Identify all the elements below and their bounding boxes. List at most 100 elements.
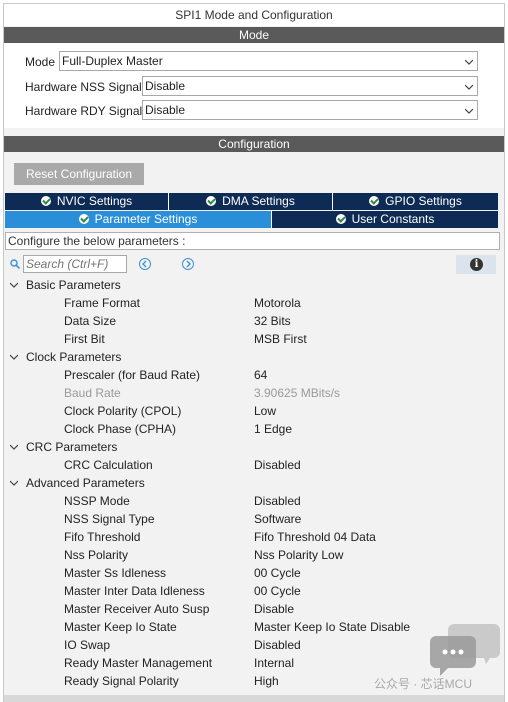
param-value: 64: [254, 368, 268, 382]
param-row[interactable]: Master Inter Data Idleness 00 Cycle: [5, 582, 500, 600]
chevron-down-icon: [10, 282, 18, 288]
param-row[interactable]: Fifo Threshold Fifo Threshold 04 Data: [5, 528, 500, 546]
param-value: MSB First: [254, 332, 307, 346]
param-name: Clock Polarity (CPOL): [64, 404, 182, 418]
param-row[interactable]: Master Ss Idleness 00 Cycle: [5, 564, 500, 582]
tab-user-constants[interactable]: User Constants: [272, 211, 498, 228]
param-value: Internal: [254, 656, 295, 670]
search-input[interactable]: [23, 255, 127, 273]
param-name: Master Ss Idleness: [64, 566, 167, 580]
param-value: 00 Cycle: [254, 584, 301, 598]
param-name: Master Keep Io State: [64, 620, 177, 634]
param-row[interactable]: Nss Polarity Nss Polarity Low: [5, 546, 500, 564]
group-label: Clock Parameters: [26, 350, 122, 364]
hardware-rdy-row: Hardware RDY Signal Disable: [4, 100, 504, 122]
window-title: SPI1 Mode and Configuration: [4, 4, 504, 26]
param-row[interactable]: Clock Polarity (CPOL) Low: [5, 402, 500, 420]
tab-nvic-settings[interactable]: NVIC Settings: [5, 193, 169, 210]
param-name: Ready Signal Polarity: [64, 674, 179, 688]
mode-select[interactable]: Full-Duplex Master: [59, 51, 478, 71]
tab-nvic-label: NVIC Settings: [56, 194, 133, 208]
mode-panel: Mode Full-Duplex Master Hardware NSS Sig…: [4, 43, 504, 128]
param-row[interactable]: Clock Phase (CPHA) 1 Edge: [5, 420, 500, 438]
mode-section-header: Mode: [4, 27, 504, 43]
param-name: Data Size: [64, 314, 117, 328]
group-label: Advanced Parameters: [26, 476, 145, 490]
param-row[interactable]: CRC Calculation Disabled: [5, 456, 500, 474]
chevron-down-icon: [465, 108, 473, 114]
mode-label: Mode: [25, 55, 56, 69]
search-toolbar: i: [5, 254, 500, 274]
param-row[interactable]: IO Swap Disabled: [5, 636, 500, 654]
param-name: Nss Polarity: [64, 548, 129, 562]
param-value: Master Keep Io State Disable: [254, 620, 411, 634]
param-row[interactable]: Ready Master Management Internal: [5, 654, 500, 672]
param-name: CRC Calculation: [64, 458, 153, 472]
param-row[interactable]: First Bit MSB First: [5, 330, 500, 348]
tab-user-constants-label: User Constants: [351, 212, 435, 226]
param-row[interactable]: Prescaler (for Baud Rate) 64: [5, 366, 500, 384]
param-value: 1 Edge: [254, 422, 293, 436]
param-value: Low: [254, 404, 277, 418]
param-value: Disabled: [254, 458, 301, 472]
chevron-down-icon: [10, 354, 18, 360]
param-value: Disabled: [254, 494, 301, 508]
tab-gpio-settings[interactable]: GPIO Settings: [333, 193, 498, 210]
param-row[interactable]: NSS Signal Type Software: [5, 510, 500, 528]
param-value: Fifo Threshold 04 Data: [254, 530, 376, 544]
check-circle-icon: [369, 196, 380, 206]
configure-banner: Configure the below parameters :: [5, 232, 500, 250]
param-name: Fifo Threshold: [64, 530, 141, 544]
param-row[interactable]: Master Receiver Auto Susp Disable: [5, 600, 500, 618]
hardware-nss-select[interactable]: Disable: [142, 76, 478, 96]
param-value: Disable: [254, 602, 295, 616]
param-value: Software: [254, 512, 302, 526]
tab-dma-label: DMA Settings: [222, 194, 295, 208]
mode-row: Mode Full-Duplex Master: [4, 51, 504, 73]
hardware-nss-label: Hardware NSS Signal: [25, 80, 142, 94]
param-name: First Bit: [64, 332, 105, 346]
check-circle-icon: [40, 196, 51, 206]
param-name: NSSP Mode: [64, 494, 130, 508]
param-name: Prescaler (for Baud Rate): [64, 368, 201, 382]
configuration-section-header: Configuration: [4, 136, 504, 152]
param-name: Baud Rate: [64, 386, 121, 400]
param-value: High: [254, 674, 279, 688]
chevron-down-icon: [10, 444, 18, 450]
param-value: 3.90625 MBits/s: [254, 386, 341, 400]
group-label: CRC Parameters: [26, 440, 118, 454]
param-value: Nss Polarity Low: [254, 548, 344, 562]
parameter-tree: Basic Parameters Frame Format Motorola Da…: [5, 276, 500, 694]
tab-gpio-label: GPIO Settings: [385, 194, 462, 208]
param-name: Ready Master Management: [64, 656, 213, 670]
check-circle-icon: [78, 214, 89, 224]
tab-parameter-label: Parameter Settings: [94, 212, 198, 226]
hardware-rdy-value: Disable: [145, 103, 186, 117]
param-row[interactable]: Master Keep Io State Master Keep Io State…: [5, 618, 500, 636]
info-icon: i: [470, 258, 483, 271]
check-circle-icon: [206, 196, 217, 206]
chevron-down-icon: [465, 84, 473, 90]
horizontal-scrollbar[interactable]: [4, 695, 504, 702]
param-row[interactable]: Data Size 32 Bits: [5, 312, 500, 330]
hardware-nss-row: Hardware NSS Signal Disable: [4, 76, 504, 98]
hardware-rdy-select[interactable]: Disable: [142, 100, 478, 120]
chevron-down-icon: [465, 59, 473, 65]
search-icon[interactable]: [10, 259, 20, 269]
info-button[interactable]: i: [456, 255, 496, 274]
param-name: Master Receiver Auto Susp: [64, 602, 210, 616]
param-value: 32 Bits: [254, 314, 291, 328]
tab-dma-settings[interactable]: DMA Settings: [169, 193, 333, 210]
chevron-right-icon[interactable]: [182, 258, 194, 270]
param-row[interactable]: NSSP Mode Disabled: [5, 492, 500, 510]
param-row[interactable]: Frame Format Motorola: [5, 294, 500, 312]
reset-configuration-button[interactable]: Reset Configuration: [14, 163, 144, 185]
chevron-left-icon[interactable]: [139, 258, 151, 270]
mode-select-value: Full-Duplex Master: [62, 54, 163, 68]
check-circle-icon: [335, 214, 346, 224]
param-name: Clock Phase (CPHA): [64, 422, 177, 436]
param-value: 00 Cycle: [254, 566, 301, 580]
param-name: Master Inter Data Idleness: [64, 584, 205, 598]
hardware-nss-value: Disable: [145, 79, 186, 93]
tab-parameter-settings[interactable]: Parameter Settings: [5, 211, 272, 228]
